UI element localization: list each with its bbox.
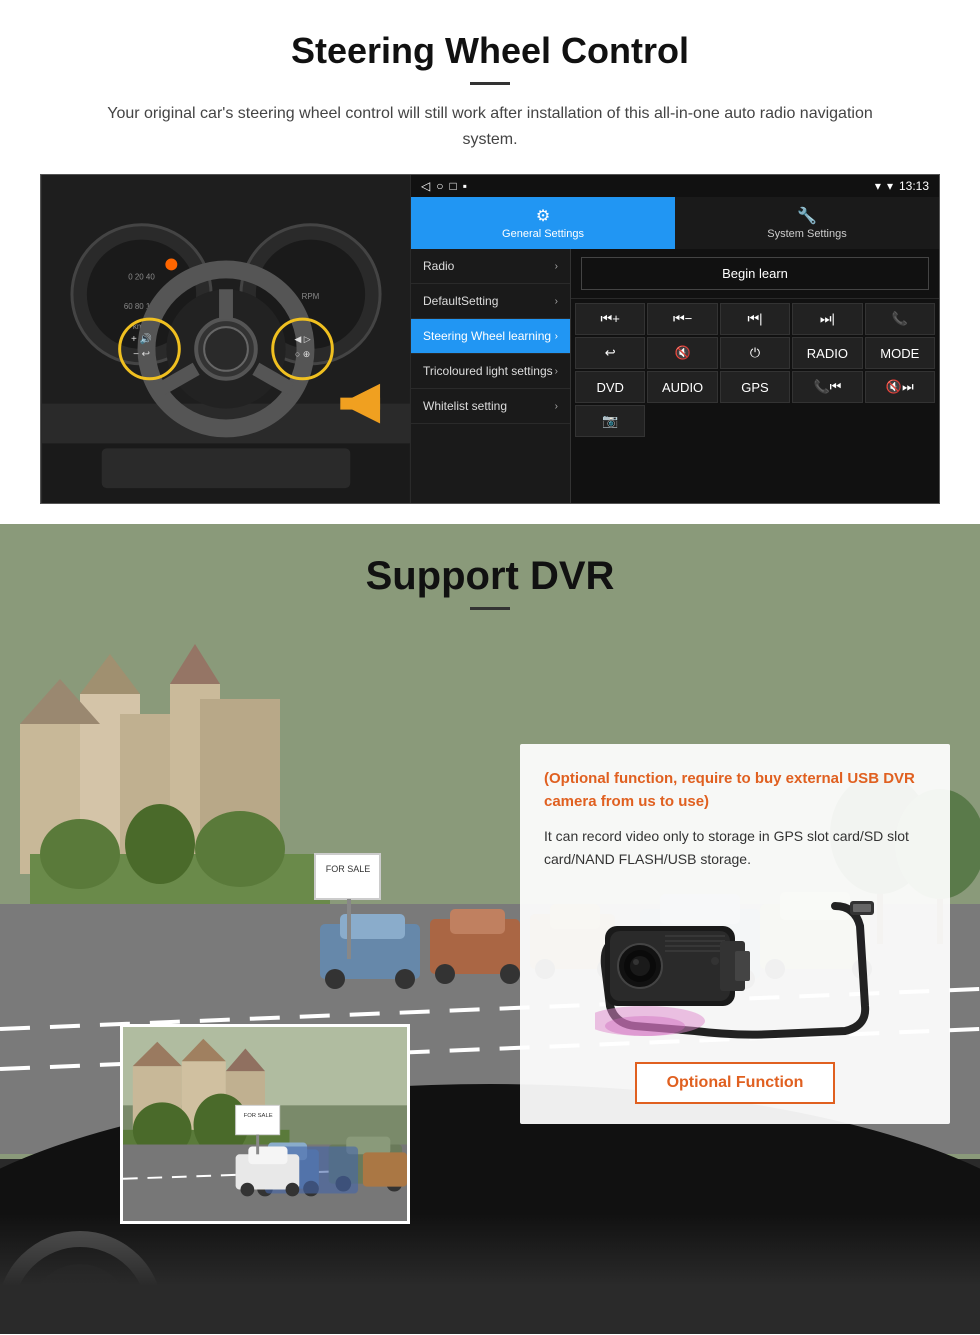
radio-btn[interactable]: RADIO [792, 337, 862, 369]
svg-text:◀ ▷: ◀ ▷ [294, 334, 310, 344]
dvr-camera-svg [595, 886, 875, 1046]
tab-system-settings[interactable]: 🔧 System Settings [675, 197, 939, 249]
mute-next-btn[interactable]: 🔇⏭ [865, 371, 935, 403]
menu-item-radio[interactable]: Radio › [411, 249, 570, 284]
dvd-btn[interactable]: DVD [575, 371, 645, 403]
chevron-right-icon-4: › [555, 366, 558, 377]
tab-general-settings[interactable]: ⚙ General Settings [411, 197, 675, 249]
dvr-info-card: (Optional function, require to buy exter… [520, 744, 950, 1124]
dvr-screenshot-svg: FOR SALE [123, 1027, 407, 1223]
chevron-right-icon-3: › [555, 331, 558, 342]
phone-btn[interactable]: 📞 [865, 303, 935, 335]
tab-general-label: General Settings [502, 228, 584, 240]
menu-whitelist-label: Whitelist setting [423, 399, 507, 413]
dvr-description: It can record video only to storage in G… [544, 825, 926, 870]
dvr-dashboard-overlay [0, 1214, 980, 1334]
audio-btn[interactable]: AUDIO [647, 371, 717, 403]
volume-down-btn[interactable]: ⏮− [647, 303, 717, 335]
dvr-screenshot-thumbnail: FOR SALE [120, 1024, 410, 1224]
menu-item-steering[interactable]: Steering Wheel learning › [411, 319, 570, 354]
dvr-section: FOR SALE Support DVR [0, 524, 980, 1334]
tab-system-label: System Settings [767, 228, 846, 240]
dvr-optional-note: (Optional function, require to buy exter… [544, 768, 926, 813]
svg-text:+ 🔊: + 🔊 [131, 332, 152, 345]
wifi-settings-icon: 🔧 [797, 206, 817, 226]
optional-function-button[interactable]: Optional Function [635, 1062, 836, 1104]
volume-up-btn[interactable]: ⏮+ [575, 303, 645, 335]
dvr-camera-area [544, 886, 926, 1046]
gps-btn[interactable]: GPS [720, 371, 790, 403]
dvr-title-area: Support DVR [0, 524, 980, 626]
nav-back-icon: ◁ [421, 179, 430, 193]
chevron-right-icon: › [555, 261, 558, 272]
nav-dot-icon: ▪ [463, 179, 467, 193]
menu-steering-label: Steering Wheel learning [423, 329, 551, 343]
begin-learn-button[interactable]: Begin learn [581, 257, 929, 290]
android-status-bar: ◁ ○ □ ▪ ▾ ▾ 13:13 [411, 175, 939, 197]
svg-text:RPM: RPM [302, 292, 320, 301]
power-btn[interactable]: ⏻ [720, 337, 790, 369]
nav-recents-icon: □ [449, 179, 456, 193]
steering-panel: 0 20 40 60 80 100 km/h RPM [40, 174, 940, 504]
chevron-right-icon-5: › [555, 401, 558, 412]
steering-wheel-image: 0 20 40 60 80 100 km/h RPM [41, 175, 411, 503]
menu-item-default[interactable]: DefaultSetting › [411, 284, 570, 319]
mute-btn[interactable]: 🔇 [647, 337, 717, 369]
camera-btn[interactable]: 📷 [575, 405, 645, 437]
mode-btn[interactable]: MODE [865, 337, 935, 369]
next-track-btn[interactable]: ⏭| [792, 303, 862, 335]
menu-default-label: DefaultSetting [423, 294, 498, 308]
prev-track-btn[interactable]: ⏮| [720, 303, 790, 335]
begin-learn-row: Begin learn [571, 249, 939, 299]
clock: 13:13 [899, 179, 929, 193]
wifi-icon: ▾ [887, 179, 893, 193]
dvr-title: Support DVR [0, 554, 980, 599]
menu-item-tricoloured[interactable]: Tricoloured light settings › [411, 354, 570, 389]
chevron-right-icon-2: › [555, 296, 558, 307]
gear-icon: ⚙ [536, 206, 550, 226]
dvr-title-divider [470, 607, 510, 610]
svg-text:0 20 40: 0 20 40 [128, 273, 155, 282]
menu-tricoloured-label: Tricoloured light settings [423, 364, 553, 378]
svg-text:− ↩: − ↩ [133, 349, 150, 360]
menu-radio-label: Radio [423, 259, 454, 273]
dvr-camera-image [595, 886, 875, 1046]
steering-section: Steering Wheel Control Your original car… [0, 0, 980, 524]
dvr-content: Support DVR [0, 524, 980, 1334]
android-content: Radio › DefaultSetting › Steering Wheel … [411, 249, 939, 503]
steering-wheel-svg: 0 20 40 60 80 100 km/h RPM [41, 175, 411, 503]
steering-subtitle: Your original car's steering wheel contr… [80, 101, 900, 152]
nav-home-icon: ○ [436, 179, 443, 193]
steering-title: Steering Wheel Control [40, 30, 940, 72]
control-grid: ⏮+ ⏮− ⏮| ⏭| 📞 ↩ 🔇 ⏻ RADIO MODE DVD AUDIO… [571, 299, 939, 441]
settings-menu: Radio › DefaultSetting › Steering Wheel … [411, 249, 571, 503]
menu-item-whitelist[interactable]: Whitelist setting › [411, 389, 570, 424]
back-btn[interactable]: ↩ [575, 337, 645, 369]
android-tabs: ⚙ General Settings 🔧 System Settings [411, 197, 939, 249]
title-divider [470, 82, 510, 85]
svg-text:○ ⊕: ○ ⊕ [295, 349, 310, 359]
signal-icon: ▾ [875, 179, 881, 193]
phone-prev-btn[interactable]: 📞⏮ [792, 371, 862, 403]
right-control-panel: Begin learn ⏮+ ⏮− ⏮| ⏭| 📞 ↩ 🔇 ⏻ RADIO MO… [571, 249, 939, 503]
svg-text:FOR SALE: FOR SALE [244, 1113, 273, 1119]
android-ui: ◁ ○ □ ▪ ▾ ▾ 13:13 ⚙ General Settings 🔧 S… [411, 175, 939, 503]
